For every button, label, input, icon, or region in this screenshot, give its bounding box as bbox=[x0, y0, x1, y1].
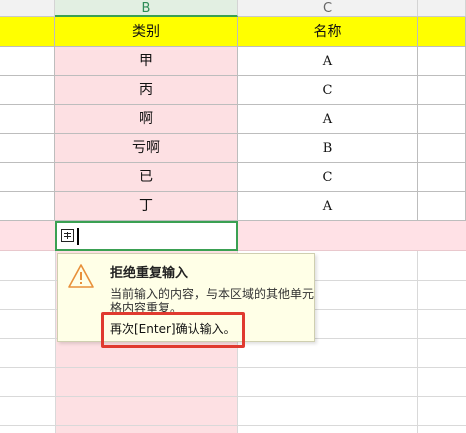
column-header-c[interactable]: C bbox=[238, 0, 418, 17]
header-name[interactable]: 名称 bbox=[238, 17, 418, 47]
row-name[interactable]: A bbox=[238, 47, 418, 76]
cell-d4[interactable] bbox=[418, 105, 466, 134]
highlight-annotation bbox=[101, 312, 245, 348]
cell-d2[interactable] bbox=[418, 47, 466, 76]
row-name[interactable]: A bbox=[238, 192, 418, 221]
active-cell-b8[interactable] bbox=[55, 221, 238, 251]
cell-a5[interactable] bbox=[0, 134, 55, 163]
tooltip-title: 拒绝重复输入 bbox=[110, 266, 189, 281]
cell-a1[interactable] bbox=[0, 17, 55, 47]
table-icon bbox=[61, 229, 74, 242]
spreadsheet-grid: B C 类别 名称 甲 A 丙 C 啊 A 亏啊 B 已 C 丁 A 拒绝重复输… bbox=[0, 0, 466, 433]
row-name[interactable]: C bbox=[238, 76, 418, 105]
tooltip-body: 当前输入的内容，与本区域的其他单元格内容重复。 bbox=[110, 287, 315, 315]
cell-d1[interactable] bbox=[418, 17, 466, 47]
row-category[interactable]: 已 bbox=[55, 163, 238, 192]
cell-a4[interactable] bbox=[0, 105, 55, 134]
row-name[interactable]: A bbox=[238, 105, 418, 134]
row-category[interactable]: 甲 bbox=[55, 47, 238, 76]
warning-icon bbox=[68, 264, 94, 288]
row-name[interactable]: B bbox=[238, 134, 418, 163]
cell-a7[interactable] bbox=[0, 192, 55, 221]
cell-d7[interactable] bbox=[418, 192, 466, 221]
column-header-b[interactable]: B bbox=[55, 0, 238, 17]
gridline bbox=[55, 251, 56, 433]
row-category[interactable]: 亏啊 bbox=[55, 134, 238, 163]
cell-d6[interactable] bbox=[418, 163, 466, 192]
gridline bbox=[0, 425, 466, 426]
gridline bbox=[0, 367, 466, 368]
row-category[interactable]: 丁 bbox=[55, 192, 238, 221]
row-category[interactable]: 啊 bbox=[55, 105, 238, 134]
column-header-d[interactable] bbox=[418, 0, 466, 17]
cell-d3[interactable] bbox=[418, 76, 466, 105]
gridline bbox=[417, 251, 418, 433]
gridline bbox=[0, 396, 466, 397]
cell-d5[interactable] bbox=[418, 134, 466, 163]
text-cursor bbox=[77, 228, 79, 245]
cell-a2[interactable] bbox=[0, 47, 55, 76]
row-name[interactable]: C bbox=[238, 163, 418, 192]
header-category[interactable]: 类别 bbox=[55, 17, 238, 47]
row-category[interactable]: 丙 bbox=[55, 76, 238, 105]
cell-a3[interactable] bbox=[0, 76, 55, 105]
column-header-a[interactable] bbox=[0, 0, 55, 17]
cell-a6[interactable] bbox=[0, 163, 55, 192]
